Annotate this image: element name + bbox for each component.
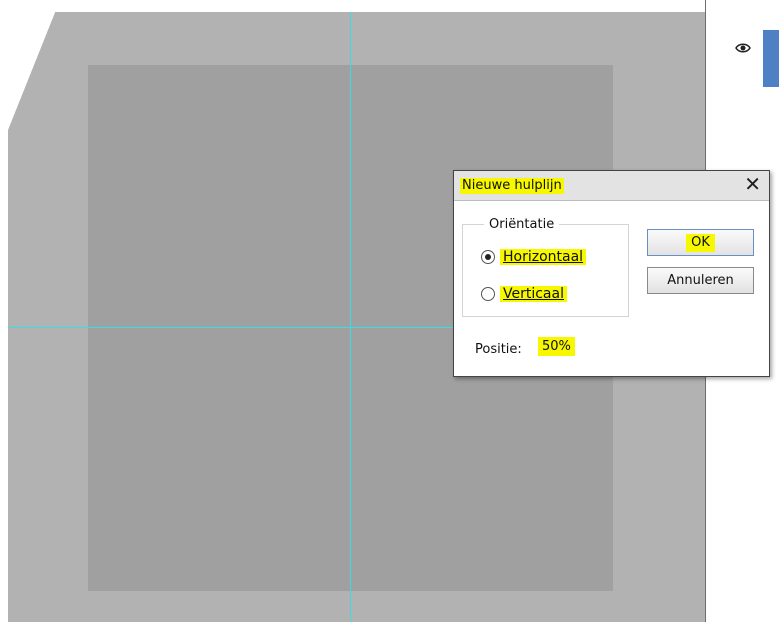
radio-horizontal-label[interactable]: Horizontaal — [500, 249, 587, 265]
radio-vertical-button[interactable] — [481, 287, 495, 301]
layer-thumbnail[interactable] — [763, 30, 779, 87]
orientation-label: Oriëntatie — [484, 217, 560, 232]
orientation-group — [462, 224, 629, 317]
radio-horizontal[interactable]: Horizontaal — [481, 249, 587, 265]
position-label: Positie: — [475, 342, 522, 357]
ok-button[interactable]: OK — [647, 229, 754, 256]
ok-button-label: OK — [686, 233, 715, 252]
cancel-button[interactable]: Annuleren — [647, 267, 754, 294]
new-guide-dialog: Nieuwe hulplijn ✕ Oriëntatie Horizontaal… — [453, 170, 770, 377]
radio-horizontal-button[interactable] — [481, 250, 495, 264]
vertical-guide[interactable] — [350, 12, 351, 622]
close-icon[interactable]: ✕ — [744, 174, 761, 194]
position-input[interactable]: 50% — [538, 337, 575, 356]
radio-vertical[interactable]: Verticaal — [481, 286, 567, 302]
cancel-button-label: Annuleren — [667, 273, 734, 288]
dialog-title: Nieuwe hulplijn — [460, 178, 564, 194]
horizontal-guide[interactable] — [8, 327, 458, 328]
eye-icon[interactable] — [735, 42, 751, 54]
radio-vertical-label[interactable]: Verticaal — [500, 286, 567, 302]
dialog-titlebar[interactable]: Nieuwe hulplijn ✕ — [454, 171, 769, 201]
page-corner — [0, 0, 60, 150]
